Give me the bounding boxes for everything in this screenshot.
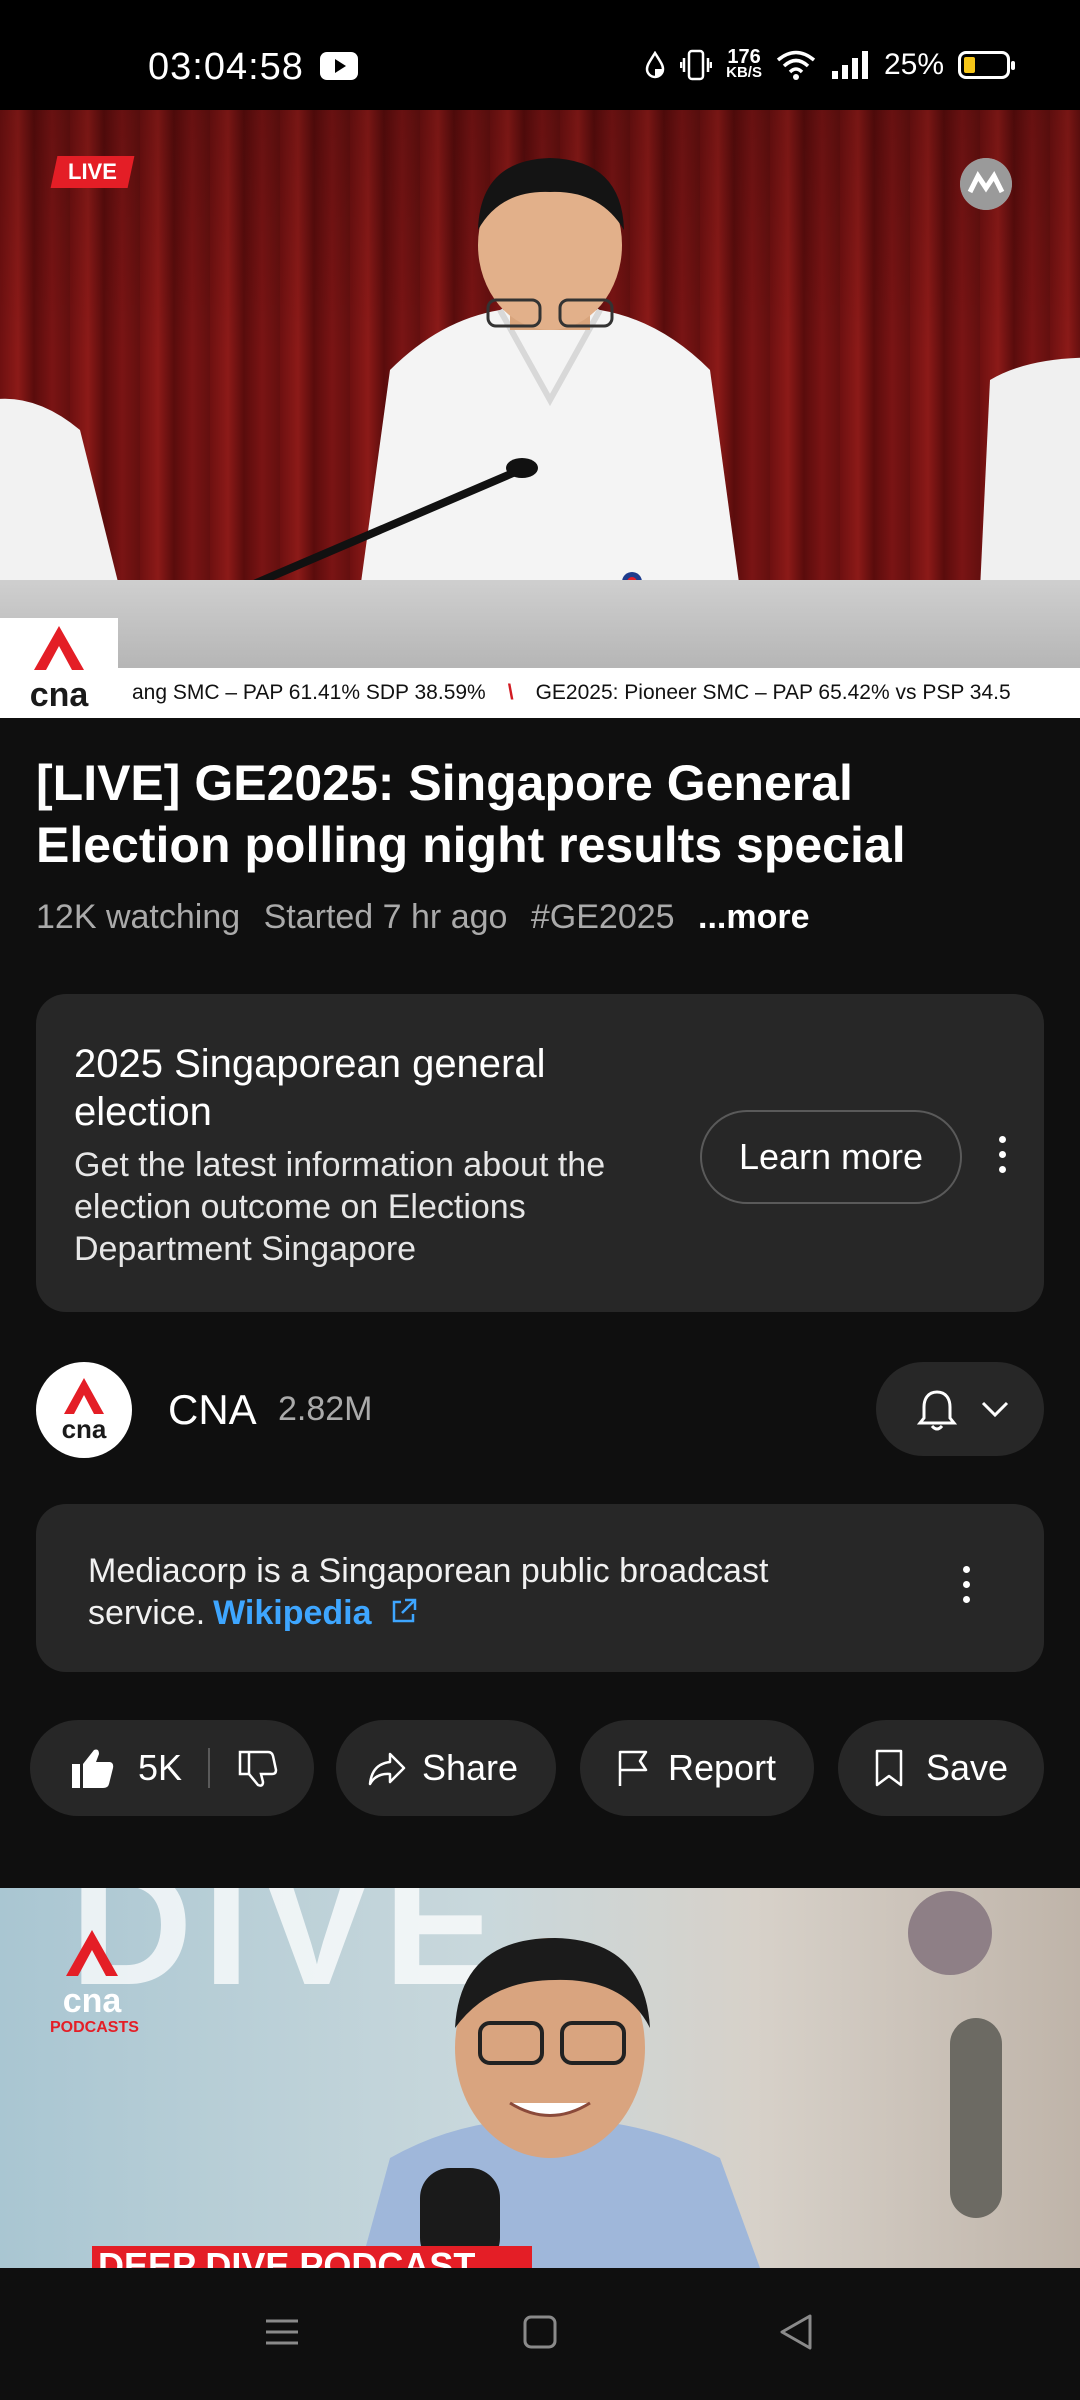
- subscriber-count: 2.82M: [278, 1390, 373, 1428]
- bell-icon: [916, 1390, 958, 1431]
- ticker-separator: \: [507, 681, 514, 704]
- learn-more-button[interactable]: Learn more: [700, 1110, 962, 1204]
- external-link-icon: [392, 1598, 417, 1623]
- cell-signal-icon: [831, 51, 868, 79]
- thumbnail-decor: [908, 1891, 1002, 2218]
- video-person-right: [980, 357, 1080, 590]
- watching-count: 12K watching: [36, 898, 241, 936]
- battery-percent: 25%: [883, 48, 944, 81]
- next-video-thumbnail[interactable]: DIVE cna PODCASTS DEEP DIVE PODCAST: [0, 1888, 1080, 2268]
- ticker-item: ang SMC – PAP 61.41% SDP 38.59%: [132, 681, 486, 704]
- mediacorp-watermark-icon: [960, 158, 1012, 210]
- wikipedia-link-label: Wikipedia: [213, 1594, 372, 1632]
- svg-text:PODCASTS: PODCASTS: [50, 2019, 139, 2036]
- like-divider: [208, 1748, 211, 1788]
- like-icon[interactable]: [68, 1746, 116, 1790]
- context-card-more-icon[interactable]: [960, 1566, 972, 1606]
- context-info-card: Mediacorp is a Singaporean public broadc…: [36, 1504, 1044, 1672]
- data-saver-icon: [645, 51, 665, 79]
- chevron-down-icon: [981, 1401, 1009, 1418]
- clock: 03:04:58: [148, 46, 304, 88]
- system-nav-bar: [0, 2268, 1080, 2400]
- svg-text:cna: cna: [30, 676, 90, 714]
- info-panel-body: Get the latest information about the ele…: [74, 1146, 606, 1268]
- svg-text:cna: cna: [62, 1414, 107, 1444]
- notification-bell-button[interactable]: [876, 1362, 1044, 1456]
- share-icon: [368, 1752, 406, 1786]
- network-speed: 176 KB/S: [726, 46, 762, 81]
- home-icon[interactable]: [520, 2312, 560, 2352]
- podcast-title-banner: DEEP DIVE PODCAST: [92, 2246, 532, 2268]
- menu-icon[interactable]: [262, 2312, 302, 2352]
- cna-logo: cna: [0, 618, 118, 718]
- hashtag-link[interactable]: #GE2025: [531, 898, 675, 936]
- svg-text:cna: cna: [63, 1982, 123, 2020]
- news-ticker: ang SMC – PAP 61.41% SDP 38.59% \ GE2025: …: [118, 668, 1080, 718]
- youtube-notification-icon: [320, 52, 358, 80]
- report-label: Report: [668, 1747, 777, 1788]
- live-badge: LIVE: [50, 156, 135, 188]
- video-player[interactable]: LIVE cna ang SMC – PAP 61.41% SDP 38.59%…: [0, 110, 1080, 718]
- more-link[interactable]: ...more: [698, 898, 809, 936]
- share-button[interactable]: Share: [336, 1720, 556, 1816]
- wifi-icon: [776, 50, 816, 80]
- cna-podcasts-logo-icon: cna PODCASTS: [50, 1930, 139, 2036]
- battery-icon: [958, 51, 1015, 79]
- status-icons: 176 KB/S 25%: [644, 44, 1015, 86]
- video-desk: [0, 580, 1080, 670]
- ticker-item: GE2025: Pioneer SMC – PAP 65.42% vs PSP …: [535, 681, 1011, 704]
- bookmark-icon: [875, 1749, 903, 1787]
- like-count[interactable]: 5K: [138, 1747, 182, 1789]
- channel-avatar[interactable]: cna: [36, 1362, 132, 1458]
- started-time: Started 7 hr ago: [263, 898, 508, 936]
- back-icon[interactable]: [776, 2312, 816, 2352]
- cna-logo-icon: cna: [30, 626, 90, 714]
- status-bar: 03:04:58 176 KB/S 25%: [0, 0, 1080, 110]
- vibrate-icon: [680, 49, 713, 81]
- cna-avatar-icon: cna: [62, 1378, 107, 1444]
- video-title[interactable]: [LIVE] GE2025: Singapore General Electio…: [36, 752, 1036, 876]
- election-info-panel: 2025 Singaporean general election Get th…: [36, 994, 1044, 1312]
- save-button[interactable]: Save: [838, 1720, 1044, 1816]
- context-description: Mediacorp is a Singaporean public broadc…: [88, 1552, 769, 1632]
- share-label: Share: [422, 1747, 519, 1788]
- thumbnail-host: [360, 1938, 760, 2268]
- save-label: Save: [926, 1747, 1009, 1788]
- wikipedia-link[interactable]: Wikipedia: [213, 1594, 419, 1632]
- flag-icon: [618, 1750, 648, 1786]
- info-panel-more-icon[interactable]: [996, 1136, 1008, 1176]
- video-person-left: [0, 398, 120, 590]
- info-panel-heading: 2025 Singaporean general election: [74, 1042, 546, 1134]
- like-dislike-group: 5K: [30, 1720, 314, 1816]
- video-meta[interactable]: 12K watching Started 7 hr ago #GE2025 ..…: [36, 898, 823, 937]
- dislike-icon[interactable]: [236, 1748, 278, 1788]
- report-button[interactable]: Report: [580, 1720, 814, 1816]
- channel-name[interactable]: CNA: [168, 1386, 257, 1434]
- cna-podcasts-logo: cna PODCASTS: [48, 1926, 168, 2041]
- context-info-text: Mediacorp is a Singaporean public broadc…: [88, 1550, 908, 1634]
